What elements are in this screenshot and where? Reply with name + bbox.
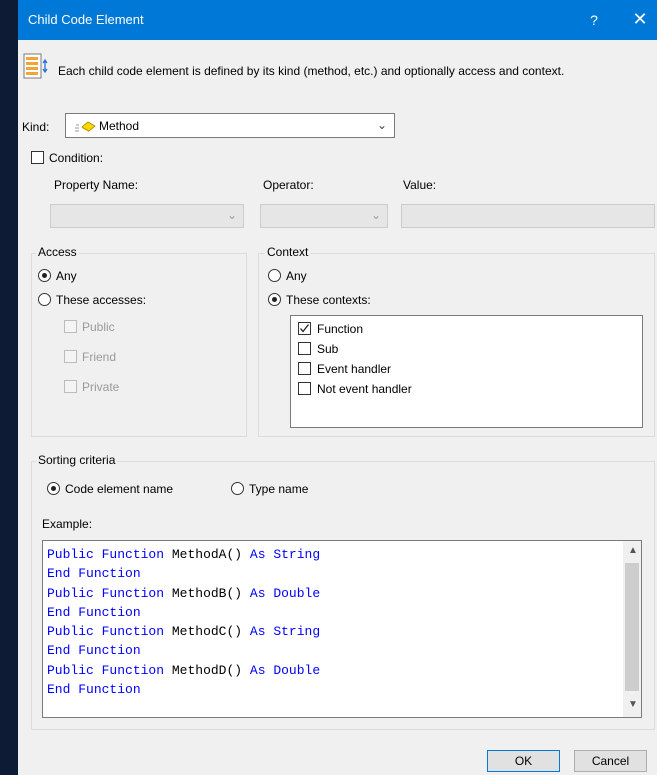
title-bar: Child Code Element ? ✕ [18, 0, 657, 40]
context-not-event-handler-label: Not event handler [317, 382, 412, 396]
condition-checkbox[interactable] [31, 151, 44, 164]
access-these-label: These accesses: [56, 293, 147, 307]
example-label: Example: [42, 517, 93, 531]
property-name-label: Property Name: [54, 178, 139, 192]
sort-code-element-radio[interactable] [47, 482, 60, 495]
context-any-radio[interactable] [268, 269, 281, 282]
ok-button[interactable]: OK [487, 750, 560, 772]
window-title: Child Code Element [28, 12, 144, 27]
chevron-down-icon: ⌄ [227, 208, 238, 222]
example-code: Public Function MethodA() As String End F… [47, 545, 320, 699]
access-any-radio[interactable] [38, 269, 51, 282]
context-these-label: These contexts: [286, 293, 371, 307]
code-line: End Function [47, 682, 141, 698]
context-group-title: Context [265, 245, 311, 259]
chevron-down-icon: ⌄ [377, 118, 388, 132]
sort-type-name-radio[interactable] [231, 482, 244, 495]
access-public-checkbox[interactable] [64, 320, 77, 333]
example-code-box[interactable]: Public Function MethodA() As String End F… [42, 540, 642, 718]
code-line: End Function [47, 566, 141, 582]
access-these-radio[interactable] [38, 293, 51, 306]
context-not-event-handler-checkbox[interactable] [298, 382, 311, 395]
access-private-checkbox[interactable] [64, 380, 77, 393]
operator-label: Operator: [263, 178, 314, 192]
operator-select[interactable]: ⌄ [260, 204, 388, 228]
document-sort-icon [21, 52, 51, 82]
code-line: End Function [47, 604, 141, 620]
value-label: Value: [403, 178, 437, 192]
context-event-handler-label: Event handler [317, 362, 392, 376]
chevron-up-icon[interactable]: ▲ [628, 545, 638, 556]
kind-value: Method [99, 119, 140, 133]
access-any-label: Any [56, 269, 77, 283]
condition-label: Condition: [49, 151, 104, 165]
code-line: Public Function MethodA() As String [47, 547, 321, 562]
access-public-label: Public [82, 320, 115, 334]
access-friend-checkbox[interactable] [64, 350, 77, 363]
scrollbar-thumb[interactable] [625, 563, 639, 691]
scrollbar[interactable]: ▲ ▼ [623, 541, 641, 717]
sort-type-name-label: Type name [249, 482, 309, 496]
chevron-down-icon: ⌄ [371, 208, 382, 222]
code-line: Public Function MethodD() As Double [47, 662, 321, 678]
context-these-radio[interactable] [268, 293, 281, 306]
context-sub-checkbox[interactable] [298, 342, 311, 355]
dialog-body: Each child code element is defined by it… [18, 40, 657, 775]
code-line: End Function [47, 643, 141, 659]
context-event-handler-checkbox[interactable] [298, 362, 311, 375]
sorting-group-title: Sorting criteria [36, 453, 118, 467]
method-icon [74, 119, 96, 136]
context-options-list[interactable]: Function Sub Event handler Not event han… [290, 315, 643, 428]
access-group-title: Access [36, 245, 79, 259]
header-description: Each child code element is defined by it… [58, 64, 565, 78]
context-function-checkbox[interactable] [298, 322, 311, 335]
context-sub-label: Sub [317, 342, 339, 356]
help-button[interactable]: ? [579, 6, 609, 34]
cancel-button[interactable]: Cancel [574, 750, 647, 772]
chevron-down-icon[interactable]: ▼ [628, 699, 638, 710]
code-line: Public Function MethodC() As String [47, 624, 321, 640]
code-line: Public Function MethodB() As Double [47, 585, 321, 601]
access-private-label: Private [82, 380, 120, 394]
context-any-label: Any [286, 269, 307, 283]
context-function-label: Function [317, 322, 364, 336]
kind-label: Kind: [22, 120, 50, 134]
property-name-select[interactable]: ⌄ [50, 204, 244, 228]
value-input[interactable] [401, 204, 655, 228]
sort-code-element-label: Code element name [65, 482, 174, 496]
checkmark-icon [300, 324, 310, 333]
kind-select[interactable]: Method ⌄ [65, 113, 395, 138]
access-friend-label: Friend [82, 350, 117, 364]
close-button[interactable]: ✕ [625, 6, 655, 34]
